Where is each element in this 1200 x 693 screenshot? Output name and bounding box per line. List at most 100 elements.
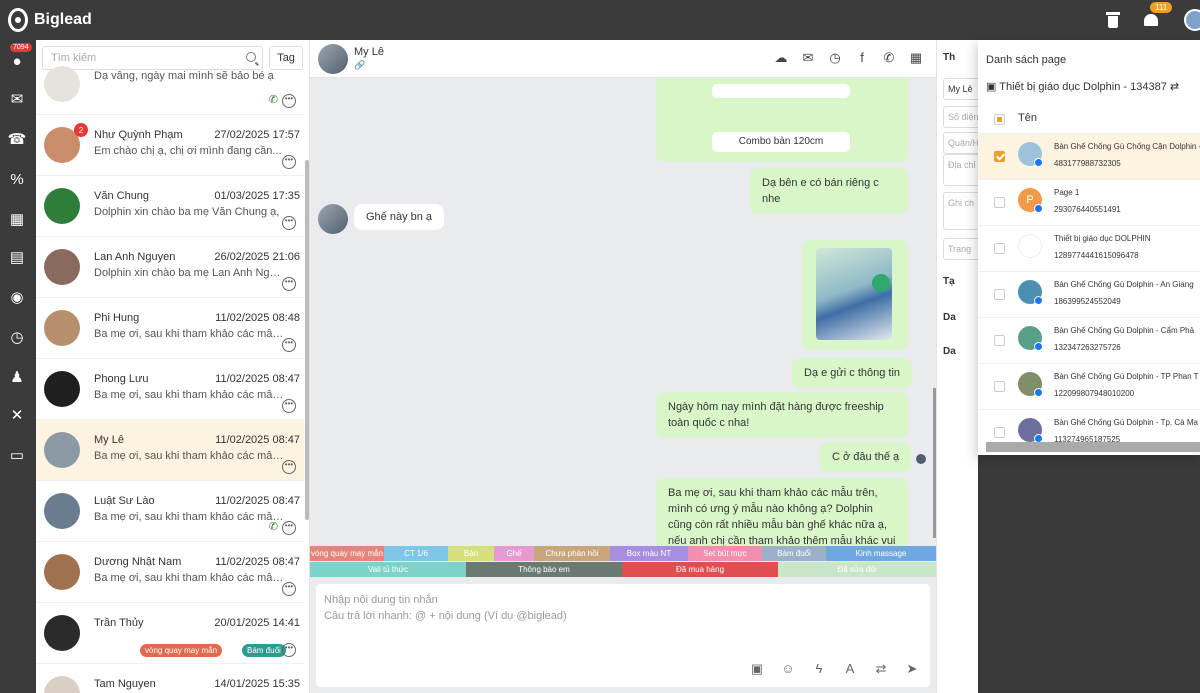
conversation-item[interactable]: Lan Anh Nguyen 26/02/2025 21:06 Dolphin … xyxy=(36,237,304,298)
phone-icon[interactable]: ✆ xyxy=(881,50,897,66)
list-scrollbar[interactable] xyxy=(305,160,309,520)
calendar-icon[interactable]: ▦ xyxy=(8,210,26,228)
trash-icon[interactable] xyxy=(1106,12,1120,28)
link-icon[interactable]: 🔗 xyxy=(354,60,365,71)
quick-tag[interactable]: Set bút mực xyxy=(688,546,762,561)
conversation-name: Luật Sư Lào xyxy=(94,495,155,507)
info-group[interactable]: Tạ xyxy=(943,276,955,287)
conversation-item-active[interactable]: My Lê 11/02/2025 08:47 Ba mẹ ơi, sau khi… xyxy=(36,420,304,481)
conversation-item[interactable]: Phi Hung 11/02/2025 08:48 Ba mẹ ơi, sau … xyxy=(36,298,304,359)
conversation-item[interactable]: Dạ vâng, ngày mai mình sẽ bảo bé ạ ✆ ••• xyxy=(36,54,304,115)
page-checkbox[interactable] xyxy=(994,335,1005,346)
district-field[interactable]: Quận/H xyxy=(943,132,978,154)
page-checkbox[interactable] xyxy=(994,243,1005,254)
more-icon[interactable]: ••• xyxy=(282,155,296,169)
clock-icon[interactable]: ◷ xyxy=(827,50,843,66)
page-row[interactable]: Bàn Ghế Chống Gù Dolphin - An Giang 1863… xyxy=(978,272,1200,318)
contact-avatar[interactable] xyxy=(318,44,348,74)
quick-tag[interactable]: vòng quay may mắn xyxy=(310,546,384,561)
calendar-check-icon[interactable]: ▦ xyxy=(908,50,924,66)
info-group[interactable]: Da xyxy=(943,346,956,357)
more-icon[interactable]: ••• xyxy=(282,521,296,535)
transfer-icon[interactable]: ⇄ xyxy=(873,661,889,677)
mail-icon[interactable]: ✉ xyxy=(800,50,816,66)
name-field[interactable]: My Lê xyxy=(943,78,978,100)
more-icon[interactable]: ••• xyxy=(282,460,296,474)
clock-icon[interactable]: ◷ xyxy=(8,328,26,346)
conversation-item[interactable]: Phong Lưu 11/02/2025 08:47 Ba mẹ ơi, sau… xyxy=(36,359,304,420)
phone-field[interactable]: Số điện xyxy=(943,106,978,128)
emoji-icon[interactable]: ☺ xyxy=(780,661,796,677)
lightning-icon[interactable]: ϟ xyxy=(811,661,827,677)
conversation-item[interactable]: Luật Sư Lào 11/02/2025 08:47 Ba mẹ ơi, s… xyxy=(36,481,304,542)
more-icon[interactable]: ••• xyxy=(282,582,296,596)
conversation-item[interactable]: 2 Như Quỳnh Phạm 27/02/2025 17:57 Em chà… xyxy=(36,115,304,176)
logo[interactable]: Biglead xyxy=(8,8,92,32)
conversation-item[interactable]: Dương Nhật Nam 11/02/2025 08:47 Ba mẹ ơi… xyxy=(36,542,304,603)
page-checkbox[interactable] xyxy=(994,197,1005,208)
more-icon[interactable]: ••• xyxy=(282,277,296,291)
page-row[interactable]: Bàn Ghế Chống Gù Chống Cận Dolphin - 483… xyxy=(978,134,1200,180)
user-avatar[interactable] xyxy=(1184,9,1200,31)
note-field[interactable]: Ghi ch xyxy=(943,192,978,230)
quick-tag[interactable]: Ghế xyxy=(494,546,534,561)
quick-tag[interactable]: Vali tủ thức xyxy=(310,562,466,577)
facebook-icon[interactable]: f xyxy=(854,50,870,66)
percent-icon[interactable]: % xyxy=(8,170,26,188)
more-icon[interactable]: ••• xyxy=(282,399,296,413)
send-icon[interactable]: ➤ xyxy=(904,661,920,677)
selected-page[interactable]: ▣ Thiết bị giáo dục Dolphin - 134387 ⇄ xyxy=(986,80,1179,93)
phone-icon[interactable]: ☎ xyxy=(8,130,27,148)
more-icon[interactable]: ••• xyxy=(282,94,296,108)
quick-tag[interactable]: Đã sửa đổi xyxy=(778,562,936,577)
eye-off-icon[interactable]: ◉ xyxy=(8,288,26,306)
message-input[interactable]: Nhập nội dung tin nhắn Câu trả lời nhanh… xyxy=(316,584,930,687)
quick-tag[interactable]: Box màu NT xyxy=(610,546,688,561)
quick-tag[interactable]: Bám đuổi xyxy=(762,546,826,561)
bell-icon[interactable]: 111 xyxy=(1144,2,1173,28)
horizontal-scrollbar[interactable] xyxy=(986,442,1200,452)
more-icon[interactable]: ••• xyxy=(282,643,296,657)
close-icon[interactable]: ✕ xyxy=(8,406,26,424)
mail-icon[interactable]: ✉ xyxy=(8,90,26,108)
chat-bubble-icon[interactable]: ● xyxy=(8,52,26,70)
combo-chip[interactable]: Combo bàn 120cm xyxy=(712,132,850,152)
quick-tag[interactable]: Đã mua hàng xyxy=(622,562,778,577)
phone-icon[interactable]: ✆ xyxy=(269,520,278,533)
more-icon[interactable]: ••• xyxy=(282,338,296,352)
product-image[interactable] xyxy=(816,248,892,340)
quick-tag[interactable]: Thông báo em xyxy=(466,562,622,577)
page-row[interactable]: P Page 1 293076440551491 xyxy=(978,180,1200,226)
page-checkbox[interactable] xyxy=(994,289,1005,300)
quick-tag[interactable]: Bàn xyxy=(448,546,494,561)
page-row[interactable]: Thiết bị giáo dục DOLPHIN 12897744416150… xyxy=(978,226,1200,272)
contact-name: My Lê xyxy=(354,46,384,58)
page-checkbox[interactable] xyxy=(994,381,1005,392)
user-icon[interactable]: ♟ xyxy=(8,368,26,386)
facebook-icon xyxy=(1034,296,1043,305)
select-all-checkbox[interactable] xyxy=(994,114,1005,125)
avatar xyxy=(44,432,80,468)
status-field[interactable]: Trạng xyxy=(943,238,978,260)
info-group[interactable]: Da xyxy=(943,312,956,323)
combo-chip[interactable] xyxy=(712,84,850,98)
image-icon[interactable]: ▣ xyxy=(749,661,765,677)
calendar-check-icon[interactable]: ▤ xyxy=(8,248,26,266)
conversation-item[interactable]: Văn Chung 01/03/2025 17:35 Dolphin xin c… xyxy=(36,176,304,237)
page-row[interactable]: Bàn Ghế Chống Gù Dolphin - TP Phan T 122… xyxy=(978,364,1200,410)
book-icon[interactable]: ▭ xyxy=(8,446,26,464)
conversation-preview: Ba mẹ ơi, sau khi tham khảo các mẫu... xyxy=(94,389,284,401)
more-icon[interactable]: ••• xyxy=(282,216,296,230)
cloud-upload-icon[interactable]: ☁ xyxy=(773,50,789,66)
conversation-item[interactable]: Trần Thủy 20/01/2025 14:41 vòng quay may… xyxy=(36,603,304,664)
address-field[interactable]: Địa chỉ xyxy=(943,154,978,186)
conversation-item[interactable]: Tam Nguyen 14/01/2025 15:35 xyxy=(36,664,304,693)
quick-tag[interactable]: Chưa phản hồi xyxy=(534,546,610,561)
phone-icon[interactable]: ✆ xyxy=(269,93,278,106)
page-checkbox[interactable] xyxy=(994,151,1005,162)
quick-tag[interactable]: CT 1/6 xyxy=(384,546,448,561)
page-checkbox[interactable] xyxy=(994,427,1005,438)
quick-tag[interactable]: Kinh massage xyxy=(826,546,936,561)
image-text-icon[interactable]: A xyxy=(842,661,858,677)
page-row[interactable]: Bàn Ghế Chống Gù Dolphin - Cẩm Phả 13234… xyxy=(978,318,1200,364)
